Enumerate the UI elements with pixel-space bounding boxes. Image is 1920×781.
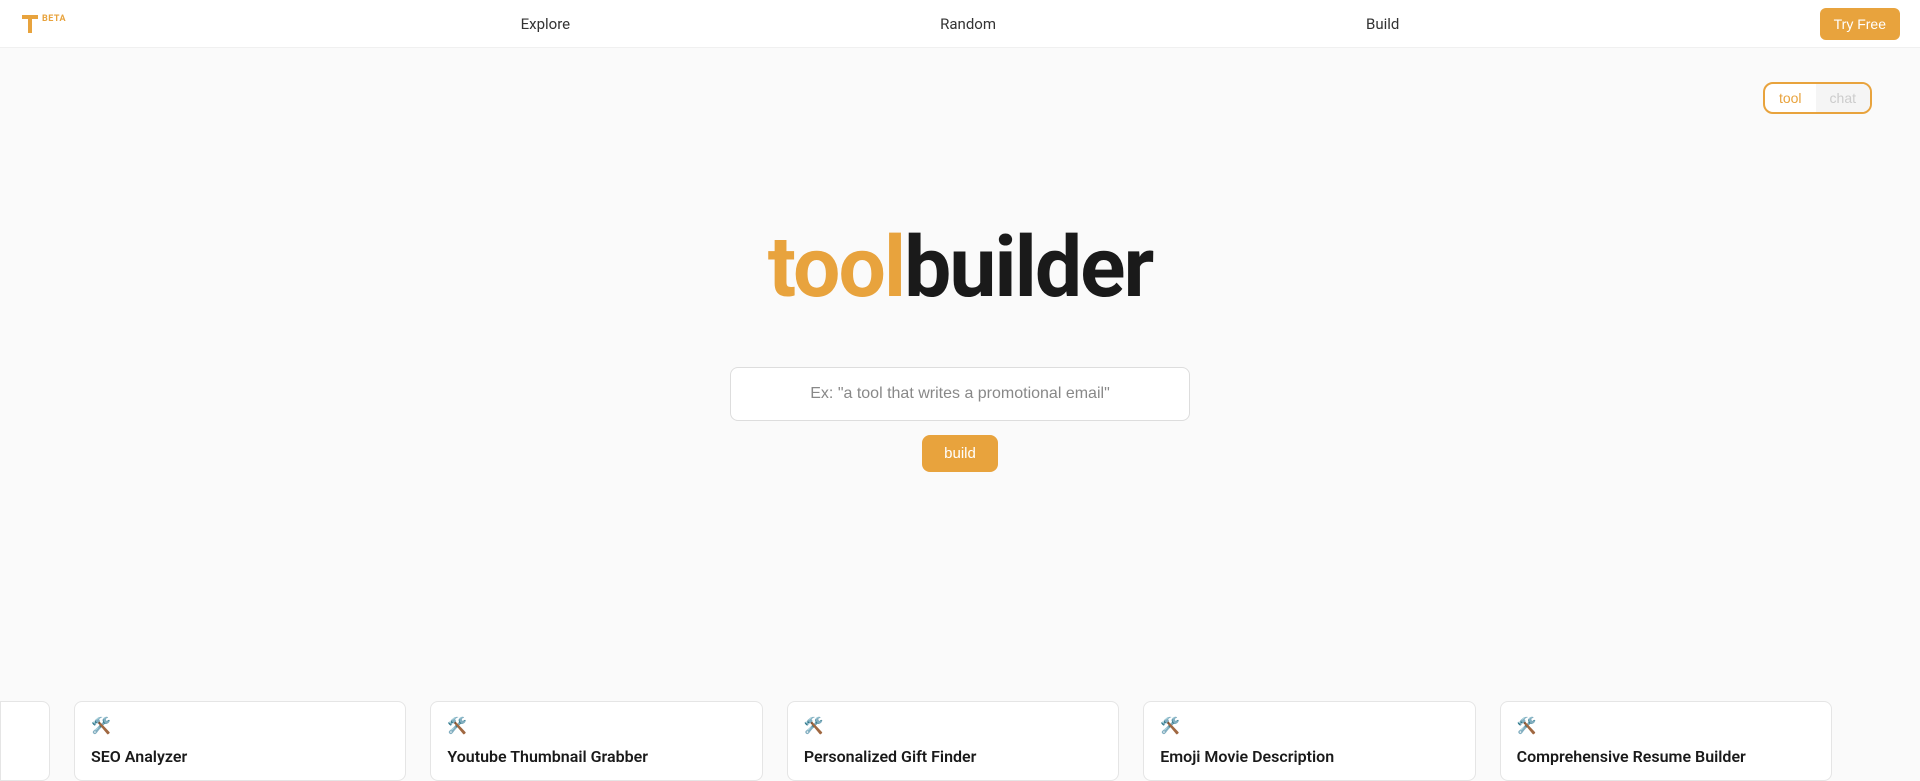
toggle-chat[interactable]: chat bbox=[1816, 84, 1870, 112]
hammer-wrench-icon: 🛠️ bbox=[804, 716, 1102, 735]
hammer-wrench-icon: 🛠️ bbox=[1160, 716, 1458, 735]
main-content: toolbuilder build bbox=[0, 48, 1920, 472]
toggle-tool[interactable]: tool bbox=[1765, 84, 1816, 112]
header: BETA Explore Random Build Try Free bbox=[0, 0, 1920, 48]
beta-label: BETA bbox=[42, 14, 66, 24]
hammer-wrench-icon: 🛠️ bbox=[1517, 716, 1815, 735]
build-button[interactable]: build bbox=[922, 435, 998, 472]
t-logo-icon bbox=[20, 13, 40, 35]
tool-card-partial[interactable] bbox=[0, 701, 50, 781]
title-builder-part: builder bbox=[904, 218, 1152, 317]
mode-toggle: tool chat bbox=[1763, 82, 1872, 114]
card-title: Emoji Movie Description bbox=[1160, 747, 1458, 766]
tool-card[interactable]: 🛠️ Personalized Gift Finder bbox=[787, 701, 1119, 781]
tool-card[interactable]: 🛠️ Comprehensive Resume Builder bbox=[1500, 701, 1832, 781]
nav-build[interactable]: Build bbox=[1366, 15, 1399, 33]
card-title: Comprehensive Resume Builder bbox=[1517, 747, 1815, 766]
title-tool-part: tool bbox=[768, 218, 904, 317]
nav-links: Explore Random Build bbox=[521, 15, 1400, 33]
hammer-wrench-icon: 🛠️ bbox=[91, 716, 389, 735]
page-title: toolbuilder bbox=[768, 218, 1153, 317]
hammer-wrench-icon: 🛠️ bbox=[447, 716, 745, 735]
logo-section[interactable]: BETA bbox=[20, 13, 66, 35]
tool-card[interactable]: 🛠️ Youtube Thumbnail Grabber bbox=[430, 701, 762, 781]
card-title: Youtube Thumbnail Grabber bbox=[447, 747, 745, 766]
nav-explore[interactable]: Explore bbox=[521, 15, 571, 33]
try-free-button[interactable]: Try Free bbox=[1820, 8, 1900, 40]
card-title: SEO Analyzer bbox=[91, 747, 389, 766]
tool-description-input[interactable] bbox=[730, 367, 1190, 421]
nav-random[interactable]: Random bbox=[940, 15, 996, 33]
logo-icon bbox=[20, 13, 40, 35]
tool-card[interactable]: 🛠️ SEO Analyzer bbox=[74, 701, 406, 781]
tool-cards-row: 🛠️ SEO Analyzer 🛠️ Youtube Thumbnail Gra… bbox=[0, 701, 1920, 781]
card-title: Personalized Gift Finder bbox=[804, 747, 1102, 766]
tool-card[interactable]: 🛠️ Emoji Movie Description bbox=[1143, 701, 1475, 781]
